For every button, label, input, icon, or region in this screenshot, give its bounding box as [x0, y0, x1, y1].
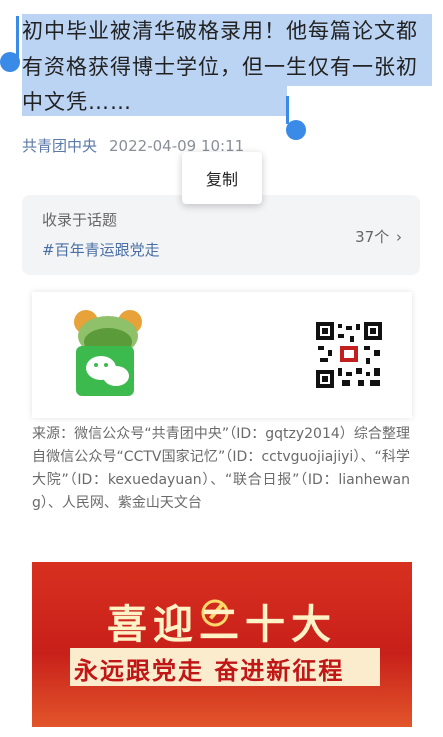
chevron-right-icon: ›	[396, 228, 402, 246]
banner-slogan: 永远跟党走 奋进新征程	[74, 657, 345, 685]
topic-count[interactable]: 37个 ›	[355, 226, 402, 247]
celebration-banner: 喜迎二十大 永远跟党走 奋进新征程	[32, 562, 412, 727]
topic-count-text: 37个	[355, 228, 390, 246]
selection-end-handle[interactable]	[286, 96, 306, 140]
wechat-promo-banner	[32, 292, 412, 418]
selection-start-handle[interactable]	[0, 16, 20, 72]
banner-title: 喜迎二十大	[107, 602, 337, 648]
qr-code-icon	[316, 322, 382, 388]
topic-tag-link[interactable]: #百年青运跟党走	[42, 239, 160, 260]
author-link[interactable]: 共青团中央	[22, 137, 97, 155]
topic-card[interactable]: 收录于话题 #百年青运跟党走 37个 ›	[22, 195, 420, 275]
copy-button[interactable]: 复制	[182, 152, 262, 204]
topic-label: 收录于话题	[42, 211, 118, 229]
mascot-icon	[68, 302, 148, 400]
article-headline[interactable]: 初中毕业被清华破格录用！他每篇论文都有资格获得博士学位，但一生仅有一张初中文凭……	[22, 14, 432, 121]
source-credit: 来源：微信公众号“共青团中央”（ID：gqtzy2014）综合整理自微信公众号“…	[32, 426, 410, 511]
